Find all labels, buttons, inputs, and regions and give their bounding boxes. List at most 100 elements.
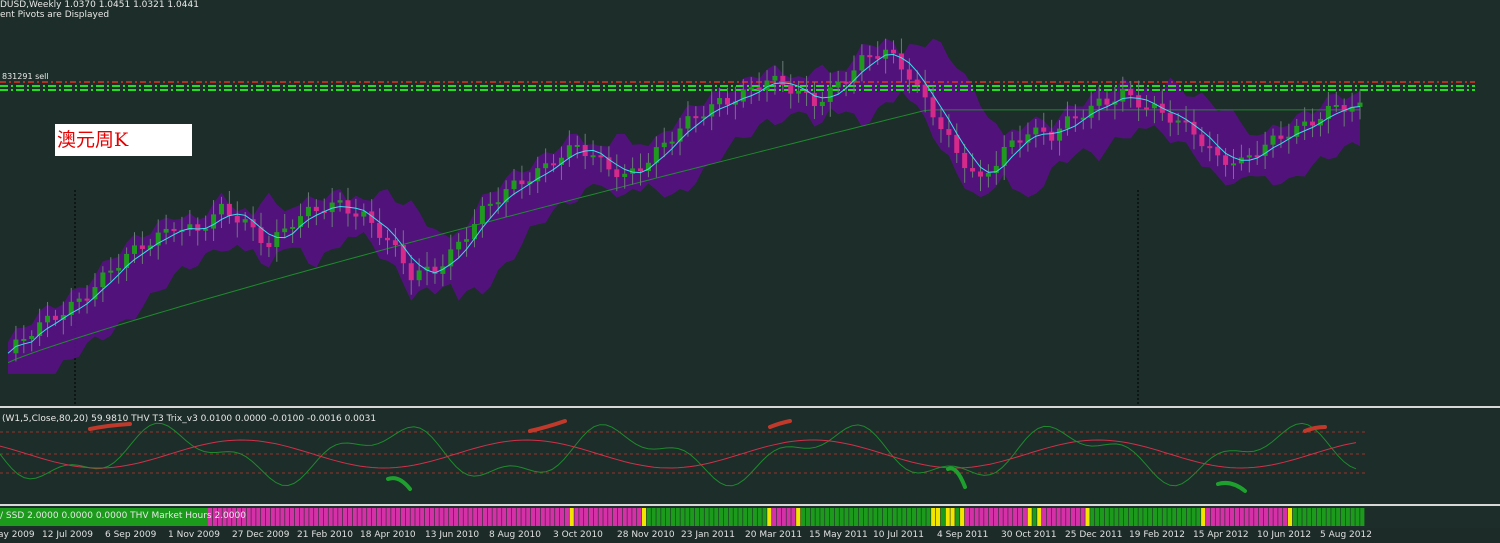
candle-body	[116, 267, 122, 271]
time-axis-tick-label: 19 Feb 2012	[1129, 530, 1186, 540]
market-hours-block	[1075, 508, 1080, 526]
market-hours-block	[550, 508, 555, 526]
market-hours-block	[1008, 508, 1013, 526]
market-hours-block	[1307, 508, 1312, 526]
market-hours-block	[632, 508, 637, 526]
candle-body	[614, 169, 620, 178]
market-hours-block	[261, 508, 266, 526]
trix-indicator-pane[interactable]: (W1,5,Close,80,20) 59.9810 THV T3 Trix_v…	[0, 409, 1500, 504]
market-hours-block	[362, 508, 367, 526]
candle-body	[456, 241, 462, 250]
candle-body	[748, 87, 754, 90]
market-hours-block	[772, 508, 777, 526]
market-hours-block	[497, 508, 502, 526]
market-hours-block	[333, 508, 338, 526]
candle-body	[392, 240, 398, 246]
market-hours-block	[1230, 508, 1235, 526]
market-hours-header: / SSD 2.0000 0.0000 0.0000 THV Market Ho…	[0, 511, 246, 521]
market-hours-block	[1051, 508, 1056, 526]
market-hours-block	[738, 508, 743, 526]
market-hours-block	[569, 508, 574, 526]
market-hours-block	[405, 508, 410, 526]
candle-body	[796, 90, 802, 94]
candle-body	[76, 298, 82, 302]
market-hours-block	[352, 508, 357, 526]
market-hours-block	[1046, 508, 1052, 526]
candle-body	[139, 245, 145, 249]
candle-body	[922, 84, 928, 98]
candle-body	[84, 298, 90, 301]
market-hours-block	[1104, 508, 1109, 526]
candle-body	[163, 228, 169, 233]
market-hours-block	[935, 508, 941, 526]
market-hours-block	[1350, 508, 1355, 526]
market-hours-block	[371, 508, 377, 526]
market-hours-pane[interactable]: / SSD 2.0000 0.0000 0.0000 THV Market Ho…	[0, 506, 1500, 528]
market-hours-block	[1162, 508, 1167, 526]
market-hours-block	[931, 508, 936, 526]
trix-extreme-marker	[768, 419, 792, 429]
market-hours-block	[786, 508, 791, 526]
candle-body	[519, 180, 525, 185]
market-hours-block	[1186, 508, 1191, 526]
market-hours-block	[564, 508, 569, 526]
market-hours-block	[1283, 508, 1288, 526]
market-hours-block	[1032, 508, 1037, 526]
pane-separator[interactable]	[0, 406, 1500, 408]
market-hours-block	[690, 508, 695, 526]
candle-body	[29, 336, 35, 339]
market-hours-block	[1287, 508, 1293, 526]
market-hours-block	[699, 508, 704, 526]
market-hours-block	[555, 508, 560, 526]
market-hours-block	[1114, 508, 1119, 526]
market-hours-block	[1263, 508, 1268, 526]
candle-body	[685, 116, 691, 129]
candle-body	[274, 232, 280, 248]
market-hours-block	[612, 508, 618, 526]
trix-indicator-header: (W1,5,Close,80,20) 59.9810 THV T3 Trix_v…	[2, 414, 377, 424]
candle-body	[377, 222, 383, 238]
candle-body	[52, 315, 58, 320]
market-hours-block	[651, 508, 656, 526]
market-hours-block	[825, 508, 830, 526]
market-hours-block	[892, 508, 897, 526]
market-hours-block	[1278, 508, 1283, 526]
candle-body	[1278, 135, 1284, 139]
market-hours-block	[492, 508, 497, 526]
market-hours-block	[453, 508, 459, 526]
market-hours-block	[781, 508, 786, 526]
market-hours-block	[1085, 508, 1090, 526]
market-hours-block	[603, 508, 608, 526]
candle-body	[843, 81, 849, 84]
market-hours-block	[588, 508, 594, 526]
market-hours-block	[1210, 508, 1215, 526]
market-hours-block	[376, 508, 381, 526]
market-hours-block	[1095, 508, 1100, 526]
candle-body	[226, 203, 232, 216]
market-hours-block	[526, 508, 531, 526]
candle-body	[487, 203, 493, 206]
market-hours-block	[810, 508, 815, 526]
candle-body	[1136, 95, 1142, 108]
candle-body	[859, 55, 865, 71]
market-hours-block	[521, 508, 526, 526]
candle-body	[1064, 116, 1070, 129]
market-hours-block	[762, 508, 767, 526]
market-hours-block	[964, 508, 970, 526]
market-hours-block	[704, 508, 709, 526]
trix-extreme-marker	[528, 419, 567, 433]
market-hours-block	[559, 508, 565, 526]
candle-body	[45, 315, 51, 323]
market-hours-block	[747, 508, 753, 526]
market-hours-block	[473, 508, 478, 526]
market-hours-block	[1061, 508, 1066, 526]
market-hours-block	[863, 508, 868, 526]
market-hours-block	[530, 508, 536, 526]
market-hours-block	[998, 508, 1003, 526]
price-chart-pane[interactable]: DUSD,Weekly 1.0370 1.0451 1.0321 1.0441 …	[0, 0, 1500, 406]
candle-body	[195, 224, 201, 231]
candle-body	[353, 213, 359, 217]
market-hours-block	[424, 508, 430, 526]
market-hours-block	[800, 508, 806, 526]
candle-body	[21, 338, 27, 341]
